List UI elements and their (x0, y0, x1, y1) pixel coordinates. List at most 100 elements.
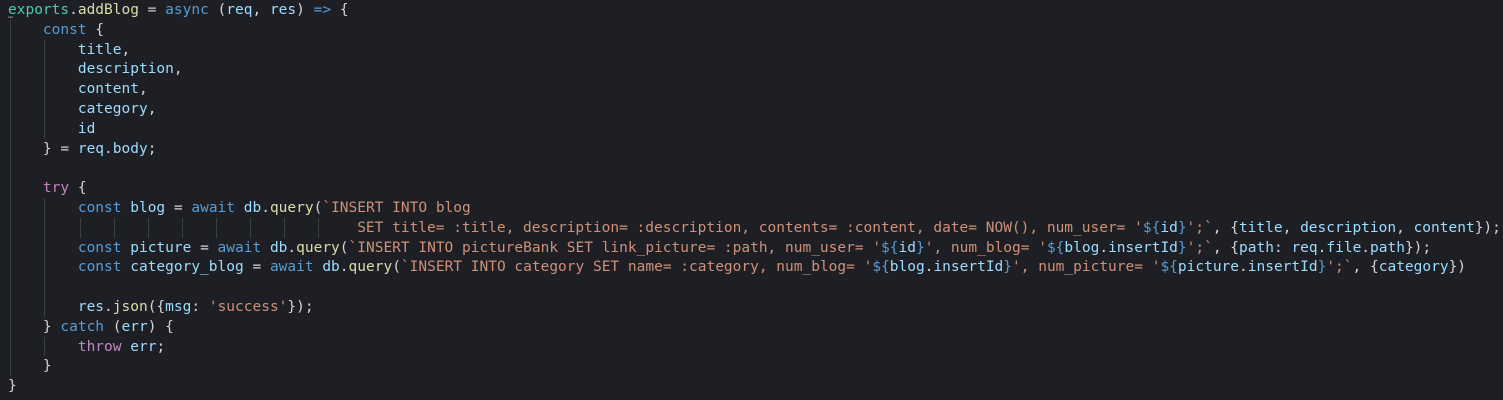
code-token: json (112, 299, 148, 315)
code-token: res (269, 2, 297, 18)
code-line[interactable]: const category_blog = await db.query(`IN… (8, 257, 1466, 277)
code-line[interactable]: content, (8, 79, 148, 99)
code-token: }); (1404, 239, 1432, 256)
code-token: SET title= :title, description= :descrip… (8, 219, 1143, 236)
code-token: }); (1474, 219, 1501, 236)
code-token: ( (392, 259, 401, 276)
code-token: db (269, 239, 288, 256)
code-token: res (77, 299, 105, 315)
code-token: const (77, 259, 122, 276)
code-token: . (1099, 239, 1109, 256)
code-token: , (252, 2, 270, 18)
code-token: picture (130, 239, 192, 256)
code-token: ';` (1326, 259, 1353, 276)
code-token: description (1300, 219, 1397, 236)
code-line[interactable]: } = req.body; (8, 139, 157, 159)
code-line[interactable]: } catch (err) { (8, 317, 174, 337)
code-token: body (112, 140, 148, 157)
code-line[interactable]: const blog = await db.query(`INSERT INTO… (8, 198, 471, 218)
code-token: , { (1212, 239, 1240, 256)
code-token: await (217, 239, 262, 256)
code-token: query (269, 200, 314, 216)
code-token: ${ (872, 259, 890, 276)
code-token: blog (889, 259, 925, 276)
code-token: , (147, 101, 157, 117)
code-token: . (287, 239, 297, 256)
code-token: , (1396, 219, 1414, 236)
code-token: } (915, 239, 925, 256)
code-token: ; (156, 338, 166, 355)
code-token: db (322, 259, 340, 276)
code-token: ${ (881, 239, 899, 256)
code-line[interactable]: id (8, 119, 95, 139)
code-line[interactable]: exports.addBlog = async (req, res) => { (8, 0, 349, 20)
code-token: . (104, 299, 113, 315)
code-token: catch (60, 318, 105, 335)
code-token: file (1326, 239, 1362, 256)
code-line[interactable]: } (8, 376, 17, 396)
code-token: = (191, 239, 218, 256)
code-token: ( (339, 239, 349, 256)
code-token: throw (77, 338, 122, 355)
code-token: , (173, 61, 183, 78)
code-line[interactable]: SET title= :title, description= :descrip… (8, 218, 1501, 238)
code-editor[interactable]: ⋯ exports.addBlog = async (req, res) => … (0, 0, 1503, 400)
code-token: description (77, 61, 174, 78)
code-token: content (77, 81, 139, 98)
code-token: async (165, 2, 209, 18)
code-token: ', num_blog= ' (924, 239, 1047, 256)
code-token: ; (147, 140, 157, 157)
code-token: ${ (1046, 239, 1065, 256)
code-token: title (1238, 219, 1283, 236)
code-token: const (42, 21, 87, 38)
code-line[interactable]: } (8, 356, 52, 376)
code-token: ';` (1186, 239, 1213, 256)
code-token: req (226, 2, 253, 18)
code-token: => (313, 2, 332, 18)
code-line[interactable]: description, (8, 59, 183, 79)
code-token: } (8, 358, 52, 375)
code-token: query (348, 259, 393, 276)
code-line[interactable]: category, (8, 99, 157, 119)
code-token: await (269, 259, 314, 276)
code-token: }) (1448, 259, 1467, 276)
code-token: blog (1064, 239, 1100, 256)
code-token: }); (287, 299, 314, 315)
code-token: msg (165, 299, 192, 315)
code-token: id (77, 120, 96, 137)
code-token: } (8, 318, 61, 335)
code-token: id (1160, 219, 1178, 236)
code-token: blog (130, 200, 166, 216)
code-line[interactable]: const picture = await db.query(`INSERT I… (8, 238, 1431, 258)
code-token: } (1177, 219, 1187, 236)
code-token: db (243, 200, 262, 216)
code-token: , { (1212, 219, 1239, 236)
code-token: category_blog (130, 259, 244, 276)
code-token: category (1378, 259, 1449, 276)
code-token: ( (208, 2, 227, 18)
code-token: query (296, 239, 340, 256)
code-line[interactable]: const { (8, 20, 104, 40)
code-line[interactable]: try { (8, 178, 87, 198)
code-line[interactable]: throw err; (8, 337, 165, 357)
code-token: , (121, 41, 131, 58)
code-line[interactable]: title, (8, 40, 130, 60)
code-token: title (77, 41, 122, 58)
code-token: . (1361, 239, 1371, 256)
code-token: `INSERT INTO category SET name= :categor… (400, 259, 873, 276)
code-token: } (1177, 239, 1187, 256)
code-line[interactable]: res.json({msg: 'success'}); (8, 297, 314, 317)
code-token: insertId (933, 259, 1004, 276)
